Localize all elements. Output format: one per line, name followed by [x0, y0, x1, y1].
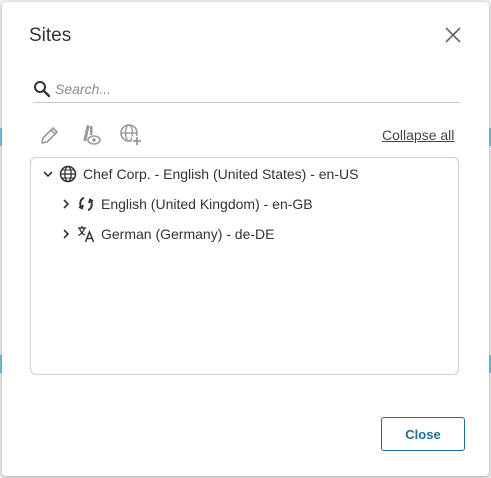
tree-node-label: Chef Corp. - English (United States) - e…	[83, 166, 359, 182]
collapse-all-link[interactable]: Collapse all	[382, 127, 454, 143]
tree-node-label: German (Germany) - de-DE	[101, 226, 275, 242]
add-site-icon[interactable]	[119, 123, 143, 147]
search-input[interactable]	[55, 78, 455, 100]
globe-icon	[59, 165, 77, 183]
search-field	[33, 78, 460, 103]
site-preview-icon[interactable]	[79, 123, 103, 147]
sync-icon	[77, 195, 95, 213]
sites-dialog: Sites Search... Collapse all Chef Corp. …	[2, 2, 489, 476]
chevron-right-icon[interactable]	[59, 197, 73, 211]
dialog-title: Sites	[29, 25, 72, 46]
edit-icon[interactable]	[38, 123, 62, 147]
translate-icon	[77, 225, 95, 243]
chevron-right-icon[interactable]	[59, 227, 73, 241]
tree-node-de-de[interactable]: German (Germany) - de-DE	[59, 223, 274, 245]
tree-node-en-gb[interactable]: English (United Kingdom) - en-GB	[59, 193, 313, 215]
chevron-down-icon[interactable]	[41, 167, 55, 181]
tree-node-label: English (United Kingdom) - en-GB	[101, 196, 313, 212]
sites-tree: Chef Corp. - English (United States) - e…	[30, 157, 459, 375]
tree-node-root[interactable]: Chef Corp. - English (United States) - e…	[41, 163, 358, 185]
close-button[interactable]: Close	[381, 417, 465, 451]
close-dialog-icon[interactable]	[443, 25, 463, 45]
search-icon	[33, 80, 51, 98]
